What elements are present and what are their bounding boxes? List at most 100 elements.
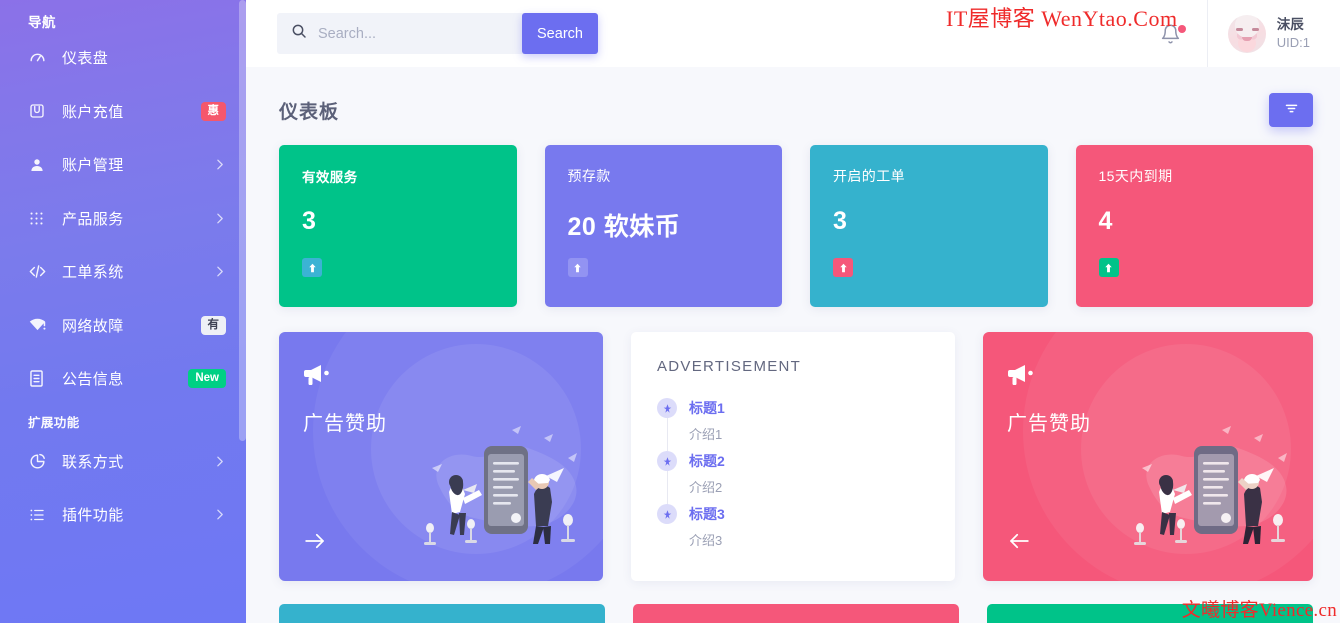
sidebar-item-公告信息[interactable]: 公告信息 New: [0, 352, 246, 406]
stat-card-value: 3: [302, 207, 497, 236]
ad-title: 广告赞助: [303, 407, 603, 436]
stat-card-label: 有效服务: [302, 166, 497, 186]
pie-chart-icon: [28, 452, 54, 471]
timeline-item: 标题2 介绍2: [657, 450, 955, 496]
sidebar-item-工单系统[interactable]: 工单系统: [0, 245, 246, 299]
advertisement-card: ADVERTISEMENT 标题1 介绍1 标题2 介绍2 标题3 介绍3: [631, 332, 955, 581]
advertisement-heading: ADVERTISEMENT: [657, 358, 955, 375]
ad-illustration: [1126, 424, 1301, 559]
plane-icon: [657, 504, 677, 524]
timeline-title[interactable]: 标题1: [689, 398, 725, 418]
user-name: 沫辰: [1277, 16, 1310, 34]
filter-icon: [1284, 101, 1299, 119]
stat-card[interactable]: 15天内到期 4: [1076, 145, 1314, 307]
main-area: Search 沫辰 UID:1 IT屋: [246, 0, 1340, 623]
timeline-title[interactable]: 标题2: [689, 451, 725, 471]
sidebar-item-账户管理[interactable]: 账户管理: [0, 138, 246, 192]
sidebar-item-产品服务[interactable]: 产品服务: [0, 192, 246, 246]
sidebar-item-label: 网络故障: [62, 315, 124, 336]
sidebar-item-label: 公告信息: [62, 368, 124, 389]
stat-card-label: 开启的工单: [833, 166, 1028, 186]
timeline-item: 标题3 介绍3: [657, 503, 955, 549]
sidebar-item-label: 工单系统: [62, 261, 124, 282]
sidebar-item-label: 插件功能: [62, 504, 124, 525]
topbar: Search 沫辰 UID:1 IT屋: [246, 0, 1340, 67]
search-input[interactable]: [318, 13, 514, 54]
filter-button[interactable]: [1269, 93, 1313, 127]
user-info: 沫辰 UID:1: [1277, 16, 1310, 52]
stat-card[interactable]: 开启的工单 3: [810, 145, 1048, 307]
sidebar-item-插件功能[interactable]: 插件功能: [0, 488, 246, 542]
watermark-top: IT屋博客 WenYtao.Com: [946, 1, 1178, 33]
sidebar-item-仪表盘[interactable]: 仪表盘: [0, 31, 246, 85]
arrow-left-icon[interactable]: [1008, 533, 1030, 554]
user-menu[interactable]: 沫辰 UID:1: [1207, 0, 1340, 67]
search-button[interactable]: Search: [522, 13, 598, 54]
sidebar-item-联系方式[interactable]: 联系方式: [0, 435, 246, 489]
stat-card-label: 15天内到期: [1099, 166, 1294, 186]
timeline-desc: 介绍2: [689, 477, 955, 496]
stat-card[interactable]: 有效服务 3: [279, 145, 517, 307]
bottom-card[interactable]: [633, 604, 959, 623]
ad-card-left[interactable]: 广告赞助: [279, 332, 603, 581]
dashboard-page: 导航 仪表盘 账户充值 惠 账户管理 产品服务: [0, 0, 1340, 623]
search-icon: [291, 23, 307, 44]
topbar-right: 沫辰 UID:1: [1150, 0, 1340, 67]
search-bar: Search: [277, 13, 598, 54]
wifi-alert-icon: [28, 317, 54, 334]
plane-icon: [657, 451, 677, 471]
chevron-right-icon: [213, 265, 226, 278]
cards-row: 广告赞助: [279, 332, 1313, 581]
stat-card-label: 预存款: [568, 166, 763, 186]
sidebar-item-网络故障[interactable]: 网络故障 有: [0, 299, 246, 353]
sidebar-item-label: 账户管理: [62, 154, 124, 175]
code-icon: [28, 262, 54, 281]
page-header: 仪表板: [279, 67, 1313, 145]
sidebar-item-label: 联系方式: [62, 451, 124, 472]
megaphone-icon: [303, 375, 331, 392]
notification-dot: [1178, 25, 1186, 33]
sidebar-item-label: 账户充值: [62, 101, 124, 122]
ad-illustration: [416, 424, 591, 559]
timeline-item: 标题1 介绍1: [657, 397, 955, 443]
grid-icon: [28, 210, 54, 227]
sidebar-badge: 惠: [201, 102, 227, 121]
arrow-right-icon[interactable]: [304, 533, 326, 554]
trend-up-badge: [833, 258, 853, 277]
bottom-card[interactable]: [987, 604, 1313, 623]
sidebar-item-账户充值[interactable]: 账户充值 惠: [0, 85, 246, 139]
sidebar-item-label: 产品服务: [62, 208, 124, 229]
wallet-icon: [28, 102, 54, 120]
dashboard-content: 仪表板 有效服务 3 预存款 20 软妹币 开启的工单 3: [246, 67, 1340, 623]
sidebar-section-label: 扩展功能: [0, 406, 246, 435]
advertisement-timeline: 标题1 介绍1 标题2 介绍2 标题3 介绍3: [657, 397, 955, 549]
chevron-right-icon: [213, 455, 226, 468]
search-field-wrapper[interactable]: [277, 13, 524, 54]
sidebar-title: 导航: [0, 0, 246, 31]
page-title: 仪表板: [279, 97, 339, 124]
sidebar: 导航 仪表盘 账户充值 惠 账户管理 产品服务: [0, 0, 246, 623]
list-icon: [28, 506, 54, 524]
timeline-title[interactable]: 标题3: [689, 504, 725, 524]
plane-icon: [657, 398, 677, 418]
timeline-desc: 介绍1: [689, 424, 955, 443]
notification-bell-icon[interactable]: [1150, 23, 1207, 45]
chevron-right-icon: [213, 508, 226, 521]
trend-up-badge: [1099, 258, 1119, 277]
avatar: [1228, 15, 1266, 53]
trend-up-badge: [568, 258, 588, 277]
sidebar-scrollbar[interactable]: [239, 0, 246, 441]
stat-card-value: 3: [833, 207, 1028, 236]
ad-card-right[interactable]: 广告赞助: [983, 332, 1313, 581]
user-icon: [28, 156, 54, 174]
bottom-card[interactable]: [279, 604, 605, 623]
chevron-right-icon: [213, 158, 226, 171]
stat-cards-row: 有效服务 3 预存款 20 软妹币 开启的工单 3 15天内到期 4: [279, 145, 1313, 307]
trend-up-badge: [302, 258, 322, 277]
sidebar-item-label: 仪表盘: [62, 47, 108, 68]
stat-card[interactable]: 预存款 20 软妹币: [545, 145, 783, 307]
sidebar-badge: New: [188, 369, 226, 388]
chevron-right-icon: [213, 212, 226, 225]
megaphone-icon: [1007, 375, 1035, 392]
gauge-icon: [28, 48, 54, 67]
